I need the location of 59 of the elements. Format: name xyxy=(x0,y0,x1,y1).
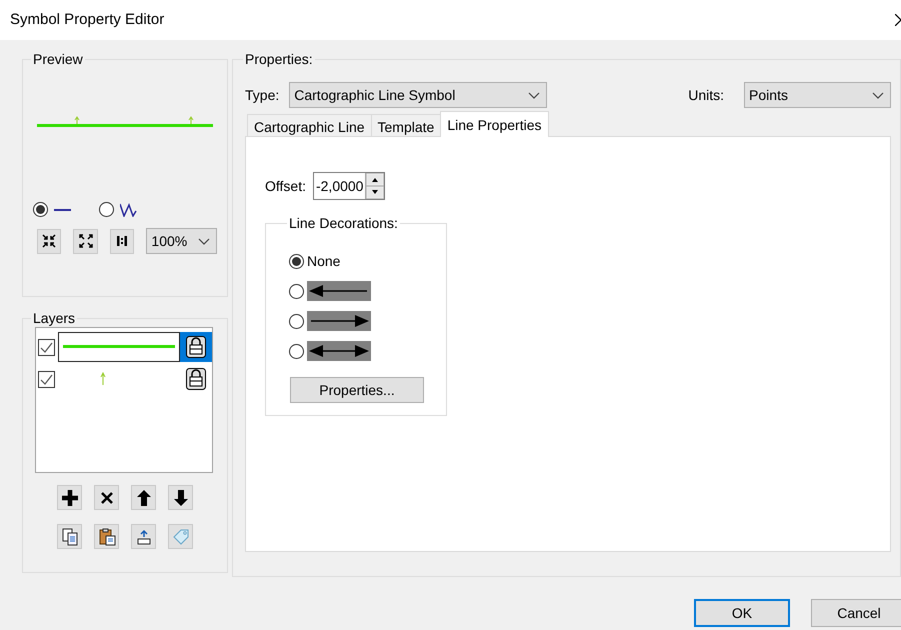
lock-icon[interactable] xyxy=(186,368,206,390)
paste-icon xyxy=(98,528,116,546)
group-title: Line Decorations: xyxy=(289,215,398,231)
zoom-button[interactable] xyxy=(73,228,98,254)
tab[interactable]: Line Properties xyxy=(440,111,548,137)
option-label: None xyxy=(307,252,340,270)
checkbox[interactable] xyxy=(38,338,55,356)
zoom-in-icon xyxy=(41,233,58,249)
group-title: Preview xyxy=(33,51,83,67)
spin-down-icon[interactable] xyxy=(366,186,384,199)
chevron-icon xyxy=(528,90,540,100)
radio-button[interactable] xyxy=(33,202,48,217)
lock-icon[interactable] xyxy=(186,336,206,358)
offset-spinner[interactable]: -2,0000 xyxy=(312,172,386,200)
ok-button[interactable]: OK xyxy=(694,599,790,627)
radio-button[interactable] xyxy=(289,284,304,298)
layer-tool-button[interactable] xyxy=(94,485,119,510)
layer-tool-button[interactable] xyxy=(131,524,156,549)
radio-button[interactable] xyxy=(289,314,304,328)
layer-swatch[interactable] xyxy=(58,332,180,362)
radio-button[interactable] xyxy=(289,254,304,268)
plus-icon xyxy=(60,488,78,506)
layer-tool-button[interactable] xyxy=(94,524,119,549)
zigzag-icon xyxy=(120,202,137,216)
checkmark-icon xyxy=(40,374,53,384)
spin-up-icon[interactable] xyxy=(366,173,384,186)
checkbox[interactable] xyxy=(38,370,55,388)
reset-icon xyxy=(134,528,152,546)
type-label: Type: xyxy=(245,86,280,105)
zoom-out-icon xyxy=(78,233,94,249)
tab[interactable]: Template xyxy=(370,114,442,136)
down-arrow-icon xyxy=(172,488,190,506)
offset-label: Offset: xyxy=(265,176,306,196)
group-title: Layers xyxy=(33,310,76,326)
window-title: Symbol Property Editor xyxy=(10,10,164,30)
radio-button[interactable] xyxy=(99,202,114,217)
layer-tool-button[interactable] xyxy=(131,485,156,510)
zoom-dropdown[interactable]: 100% xyxy=(146,228,218,254)
layer-tool-button[interactable] xyxy=(57,524,82,549)
radio-button[interactable] xyxy=(289,344,304,358)
properties-button[interactable]: Properties... xyxy=(290,377,424,403)
units-dropdown[interactable]: Points xyxy=(744,82,892,108)
copy-icon xyxy=(60,528,78,546)
zoom-button[interactable] xyxy=(110,228,134,254)
tag-icon xyxy=(172,528,190,546)
layer-tool-button[interactable] xyxy=(57,485,82,510)
line-icon xyxy=(54,208,71,210)
checkmark-icon xyxy=(40,342,53,352)
close-icon[interactable] xyxy=(895,14,901,26)
chevron-icon xyxy=(198,236,210,246)
up-arrow-icon xyxy=(134,488,152,506)
chevron-icon xyxy=(872,90,884,100)
cancel-button[interactable]: Cancel xyxy=(811,599,901,627)
tab[interactable]: Cartographic Line xyxy=(247,114,372,136)
type-dropdown[interactable]: Cartographic Line Symbol xyxy=(289,82,548,108)
group-title: Properties: xyxy=(245,51,313,67)
layer-tool-button[interactable] xyxy=(168,485,193,510)
units-label: Units: xyxy=(688,86,724,104)
zoom-button[interactable] xyxy=(37,228,62,254)
